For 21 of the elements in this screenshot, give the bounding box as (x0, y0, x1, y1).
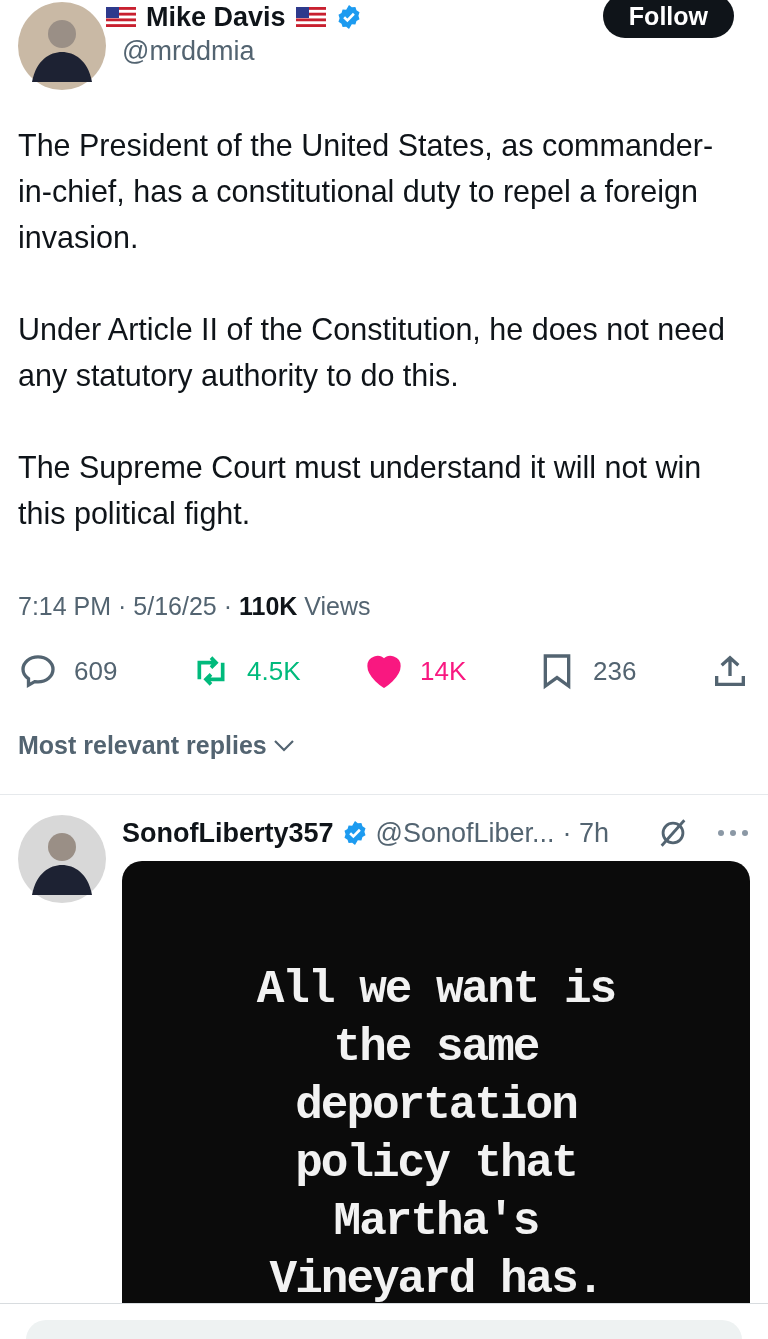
more-icon[interactable] (716, 828, 750, 838)
chevron-icon (272, 738, 295, 753)
avatar[interactable] (18, 2, 106, 90)
follow-button[interactable]: Follow (602, 0, 734, 38)
action-count: 236 (593, 655, 637, 687)
post-text: The President of the United States, as commander-in-chief, has a constitutional duty to repel a foreign invasion. Under Article II of the Constitution, he does not need any statutory authority to do this. The Supreme Court must understand it will not win this political fight. (18, 127, 727, 533)
author-handle[interactable]: @mrddmia (122, 36, 587, 67)
action-count: 14K (420, 655, 467, 687)
flag-icon (106, 7, 136, 27)
reply-time: · 7h (562, 817, 610, 849)
flag-icon (295, 7, 326, 27)
reply-handle[interactable]: @SonofLiber... (375, 817, 555, 849)
reply-author-name[interactable]: SonofLiberty357 (122, 817, 334, 849)
post-metadata: 7:14 PM · 5/16/25 · 110K Views (18, 592, 372, 621)
action-count: 4.5K (247, 655, 301, 687)
action-count: 609 (74, 655, 118, 687)
author-name[interactable]: Mike Davis (146, 2, 286, 32)
image-card[interactable]: All we want is the same deportation policy that Martha's Vineyard has. (122, 861, 750, 1303)
image-text: All we want is the same deportation policy that Martha's Vineyard has. (256, 963, 616, 1303)
avatar[interactable] (18, 815, 106, 903)
sort-dropdown[interactable]: Most relevant replies (18, 731, 295, 760)
